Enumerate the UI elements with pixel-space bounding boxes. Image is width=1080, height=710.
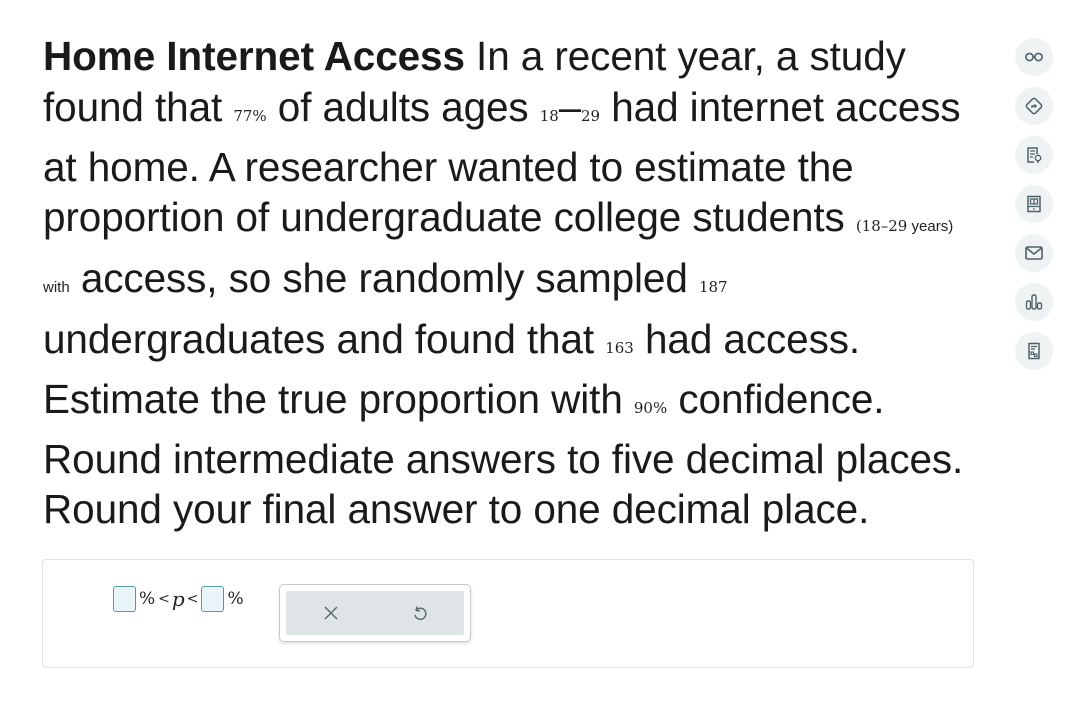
- sidebar-item-notes[interactable]: [1015, 136, 1053, 174]
- calculator-icon: [1024, 341, 1044, 361]
- sidebar-item-data[interactable]: [1015, 283, 1053, 321]
- undo-button[interactable]: [375, 591, 464, 635]
- bar-chart-icon: [1024, 292, 1044, 312]
- answer-panel: % < p < %: [42, 559, 974, 668]
- sidebar-item-textbook[interactable]: [1015, 185, 1053, 223]
- confidence-level: 90%: [633, 398, 668, 417]
- mail-icon: [1024, 245, 1044, 261]
- successes: 163: [605, 338, 634, 357]
- close-icon: [323, 605, 339, 621]
- upper-bound-input[interactable]: [201, 586, 225, 612]
- lower-bound-input[interactable]: [113, 586, 136, 612]
- problem-statement: Home Internet Access In a recent year, a…: [43, 33, 964, 533]
- age-high: 29: [581, 106, 601, 125]
- age-low: 18: [539, 106, 559, 125]
- directions-icon: [1024, 96, 1044, 116]
- textbook-icon: [1024, 194, 1044, 214]
- sidebar-item-directions[interactable]: [1015, 87, 1053, 125]
- sidebar-item-read-aloud[interactable]: [1015, 38, 1053, 76]
- undo-icon: [411, 604, 429, 622]
- sidebar-item-message[interactable]: [1015, 234, 1053, 272]
- problem-title: Home Internet Access: [43, 33, 465, 79]
- age-note: (18–29: [855, 217, 908, 236]
- confidence-interval-inequality: % < p < %: [113, 586, 247, 612]
- glasses-icon: [1024, 51, 1044, 63]
- answer-tools: [279, 584, 471, 642]
- sample-size: 187: [698, 278, 728, 297]
- notes-icon: [1024, 145, 1044, 165]
- sidebar-item-calculator[interactable]: [1015, 332, 1053, 370]
- sidebar-tools: [1015, 38, 1053, 381]
- clear-button[interactable]: [286, 591, 375, 635]
- adults-percent: 77%: [233, 106, 267, 125]
- variable-p: p: [171, 587, 185, 611]
